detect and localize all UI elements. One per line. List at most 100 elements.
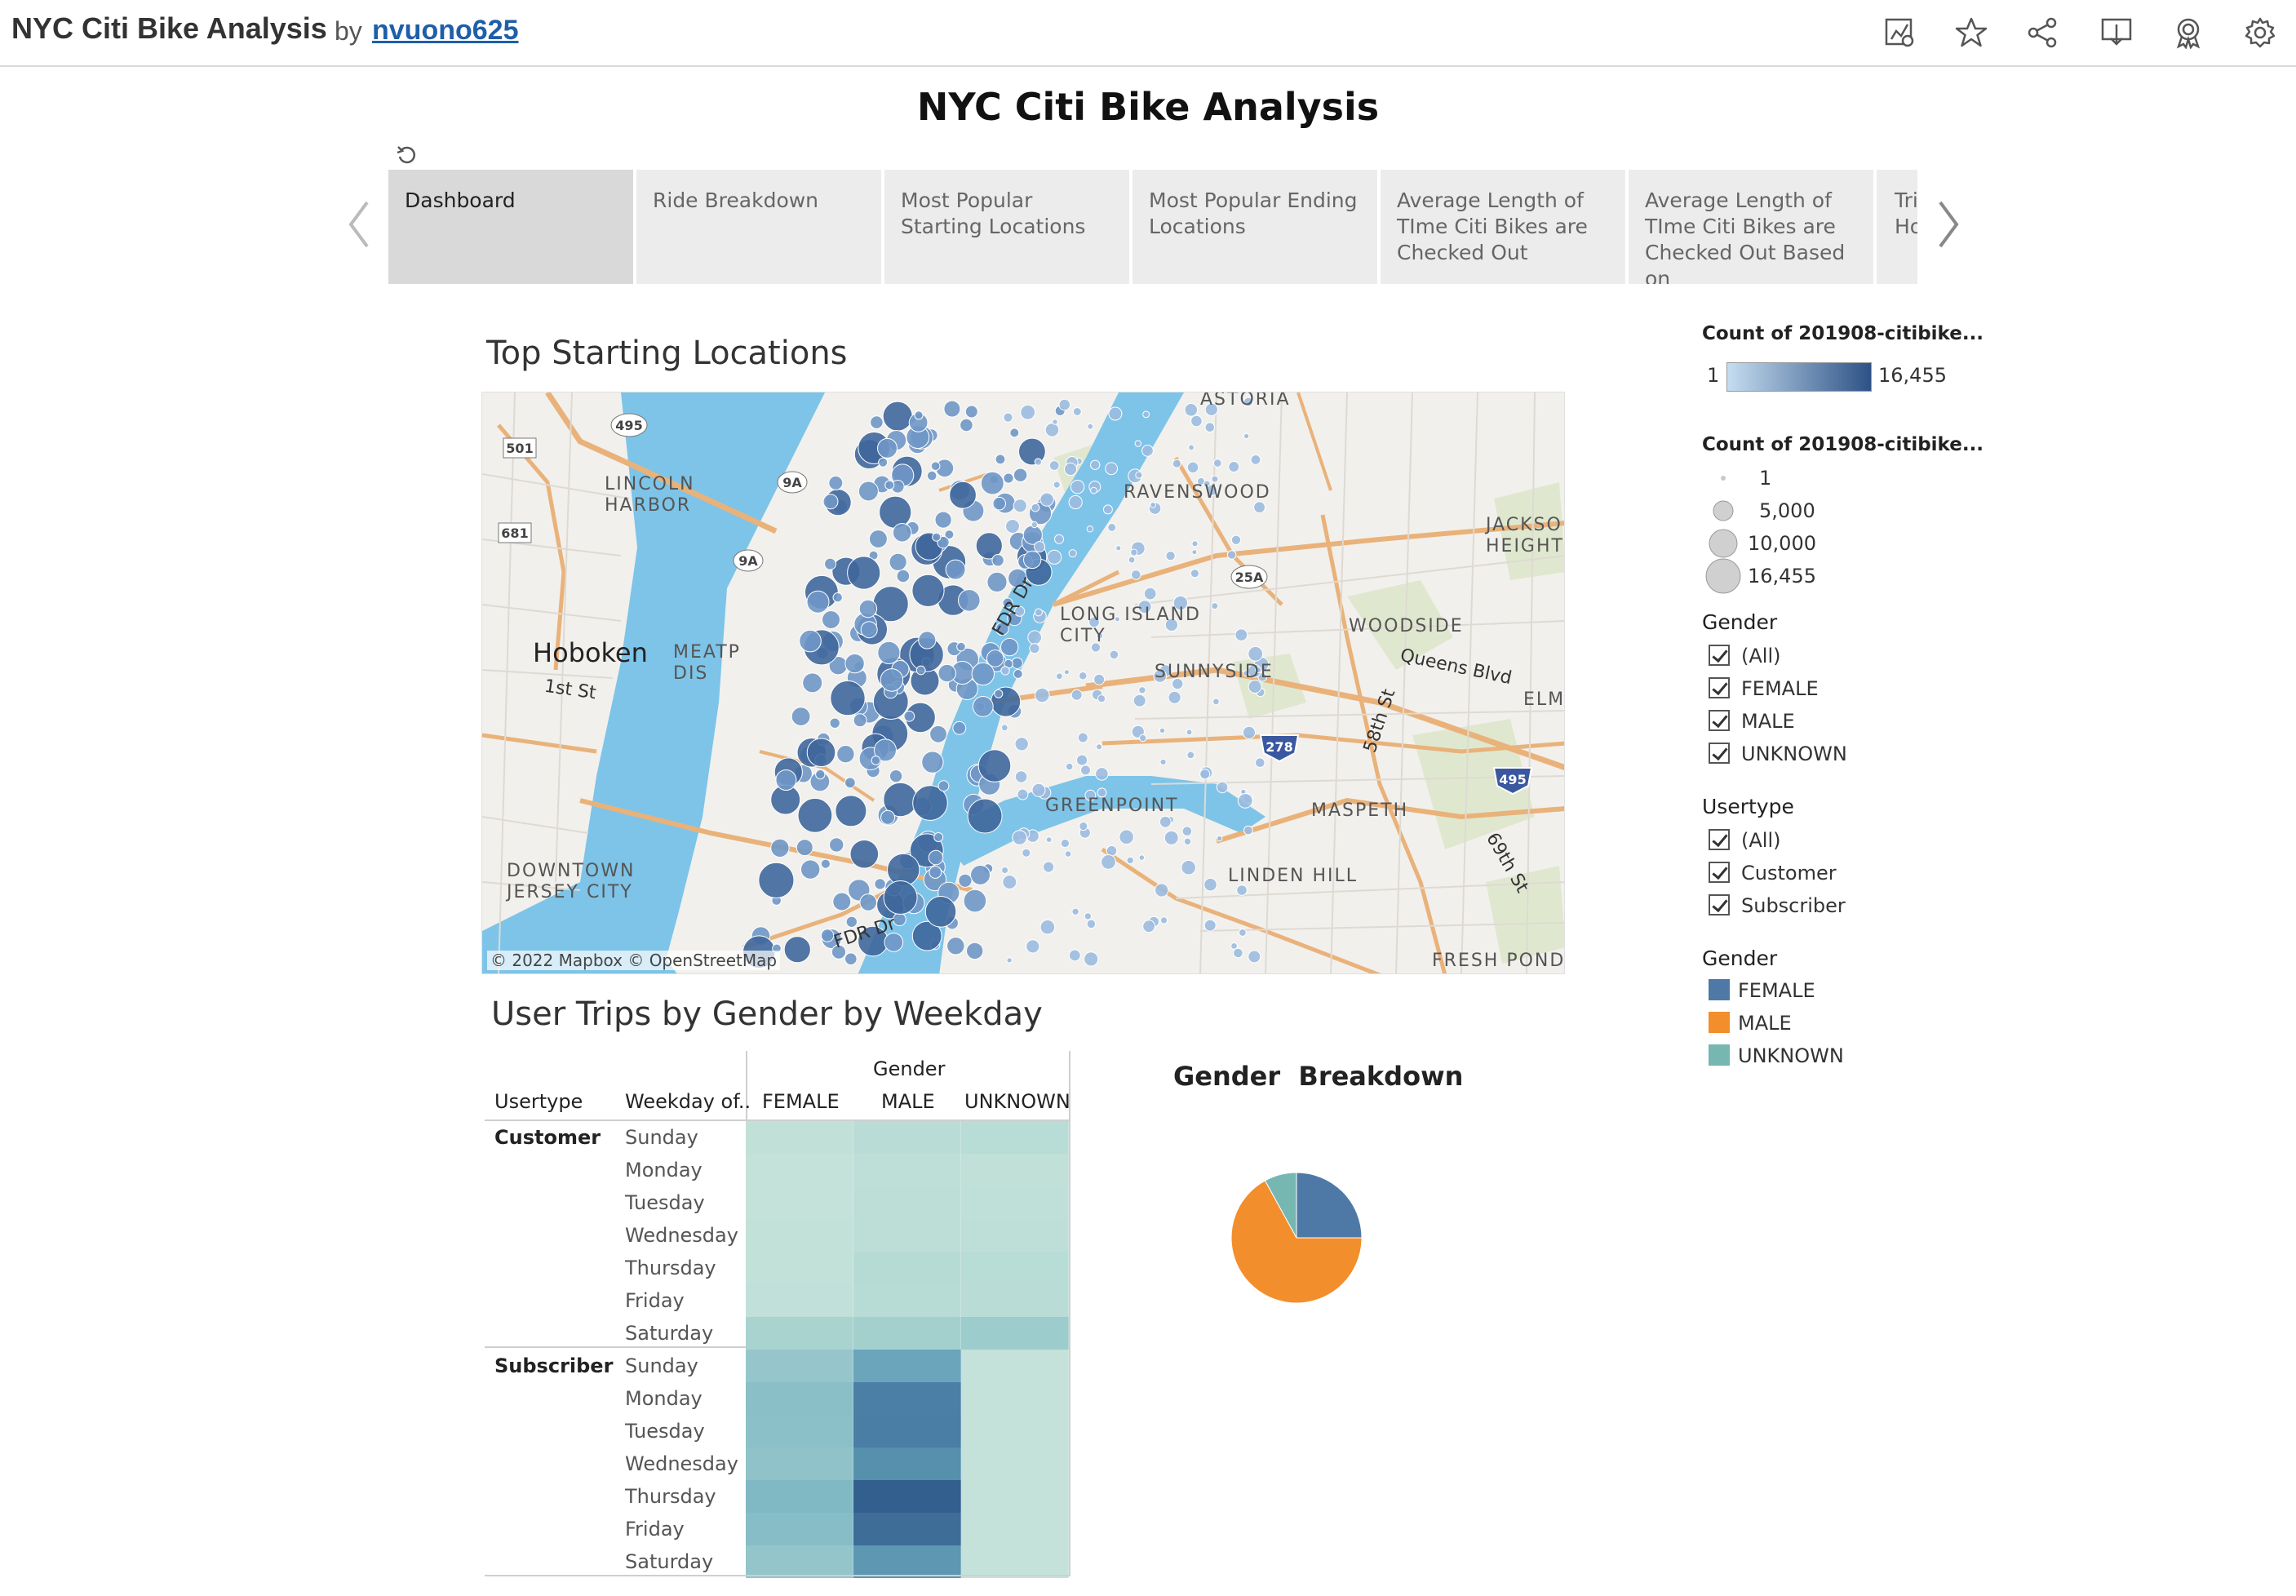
station-marker[interactable] [1011, 657, 1023, 669]
station-marker[interactable] [970, 864, 991, 885]
heatmap-cell[interactable] [961, 1121, 1069, 1154]
station-marker[interactable] [914, 410, 924, 420]
station-marker[interactable] [929, 866, 942, 879]
station-marker[interactable] [1052, 419, 1058, 425]
station-marker[interactable] [977, 749, 1012, 782]
station-marker[interactable] [1070, 689, 1083, 701]
station-marker[interactable] [946, 937, 965, 955]
station-marker[interactable] [844, 653, 865, 674]
heatmap-cell[interactable] [746, 1513, 853, 1545]
heatmap-cell[interactable] [746, 1317, 853, 1350]
station-marker[interactable] [972, 696, 994, 717]
station-marker[interactable] [1043, 861, 1055, 873]
heatmap-cell[interactable] [746, 1219, 853, 1252]
station-marker[interactable] [943, 400, 961, 418]
station-marker[interactable] [1034, 608, 1043, 617]
heatmap-cell[interactable] [853, 1252, 961, 1284]
station-marker[interactable] [822, 494, 839, 510]
station-marker[interactable] [903, 710, 915, 722]
station-marker[interactable] [1212, 698, 1220, 706]
station-marker[interactable] [1096, 743, 1103, 751]
heatmap-cell[interactable] [853, 1284, 961, 1317]
station-marker[interactable] [1143, 587, 1157, 601]
station-marker[interactable] [1006, 957, 1013, 964]
station-marker[interactable] [1063, 669, 1070, 676]
station-marker[interactable] [1077, 732, 1088, 743]
station-marker[interactable] [896, 569, 911, 583]
station-marker[interactable] [1031, 521, 1038, 529]
station-marker[interactable] [986, 571, 1008, 592]
author-link[interactable]: nvuono625 [372, 15, 518, 47]
station-marker[interactable] [849, 840, 880, 869]
station-marker[interactable] [1035, 687, 1050, 703]
heatmap-cell[interactable] [961, 1513, 1069, 1545]
station-marker[interactable] [889, 769, 903, 783]
station-marker[interactable] [929, 725, 947, 743]
story-next-arrow-icon[interactable] [1932, 196, 1965, 253]
station-marker[interactable] [945, 559, 966, 580]
station-marker[interactable] [1204, 422, 1216, 433]
story-tab-popular-starting[interactable]: Most Popular Starting Locations [884, 170, 1129, 284]
station-marker[interactable] [791, 707, 811, 727]
station-marker[interactable] [1107, 522, 1117, 532]
station-marker[interactable] [1039, 919, 1056, 935]
station-marker[interactable] [1068, 549, 1077, 558]
station-marker[interactable] [937, 780, 950, 792]
station-marker[interactable] [915, 665, 926, 676]
station-marker[interactable] [1058, 398, 1071, 411]
station-marker[interactable] [1034, 458, 1043, 466]
station-marker[interactable] [828, 475, 844, 490]
station-marker[interactable] [1044, 423, 1060, 437]
station-marker[interactable] [1255, 757, 1265, 769]
station-marker[interactable] [1031, 782, 1046, 797]
station-marker[interactable] [770, 838, 790, 858]
station-marker[interactable] [1017, 788, 1029, 800]
station-marker[interactable] [1165, 551, 1176, 561]
station-marker[interactable] [847, 556, 881, 590]
station-marker[interactable] [1132, 694, 1146, 707]
station-marker[interactable] [1234, 628, 1248, 642]
heatmap-cell[interactable] [853, 1154, 961, 1186]
station-marker[interactable] [1203, 919, 1217, 932]
station-marker[interactable] [1138, 854, 1146, 861]
station-marker[interactable] [775, 769, 797, 791]
station-marker[interactable] [1216, 781, 1229, 794]
station-marker[interactable] [1105, 462, 1118, 476]
heatmap-cell[interactable] [961, 1382, 1069, 1415]
station-marker[interactable] [859, 893, 878, 911]
station-marker[interactable] [1027, 630, 1043, 645]
usertype-filter-checkbox-customer[interactable] [1709, 862, 1730, 883]
station-marker[interactable] [870, 415, 884, 429]
station-marker[interactable] [1159, 815, 1172, 828]
station-marker[interactable] [1003, 472, 1014, 484]
station-marker[interactable] [1211, 602, 1219, 610]
station-marker[interactable] [911, 574, 945, 607]
station-marker[interactable] [1155, 883, 1169, 898]
heatmap-cell[interactable] [961, 1252, 1069, 1284]
station-marker[interactable] [1191, 540, 1199, 548]
station-marker[interactable] [824, 557, 836, 570]
station-marker[interactable] [1186, 751, 1195, 760]
station-marker[interactable] [1186, 729, 1193, 736]
heatmap-cell[interactable] [961, 1415, 1069, 1447]
story-tab-trips-hour[interactable]: Tri Ho [1877, 170, 1917, 284]
station-marker[interactable] [879, 495, 912, 529]
station-marker[interactable] [1095, 767, 1109, 781]
station-marker[interactable] [1126, 856, 1134, 865]
heatmap-cell[interactable] [853, 1219, 961, 1252]
station-marker[interactable] [994, 689, 1004, 698]
station-marker[interactable] [1159, 758, 1167, 765]
station-marker[interactable] [860, 621, 878, 639]
station-marker[interactable] [1045, 836, 1053, 843]
heatmap-cell[interactable] [746, 1480, 853, 1513]
station-marker[interactable] [1087, 423, 1094, 430]
station-marker[interactable] [1236, 884, 1248, 896]
station-marker[interactable] [1181, 859, 1197, 876]
station-marker[interactable] [992, 496, 1007, 511]
heatmap-cell[interactable] [746, 1284, 853, 1317]
heatmap-cell[interactable] [961, 1219, 1069, 1252]
station-marker[interactable] [930, 461, 941, 471]
heatmap-cell[interactable] [853, 1545, 961, 1578]
station-marker[interactable] [1130, 548, 1138, 556]
station-marker[interactable] [1080, 765, 1091, 776]
